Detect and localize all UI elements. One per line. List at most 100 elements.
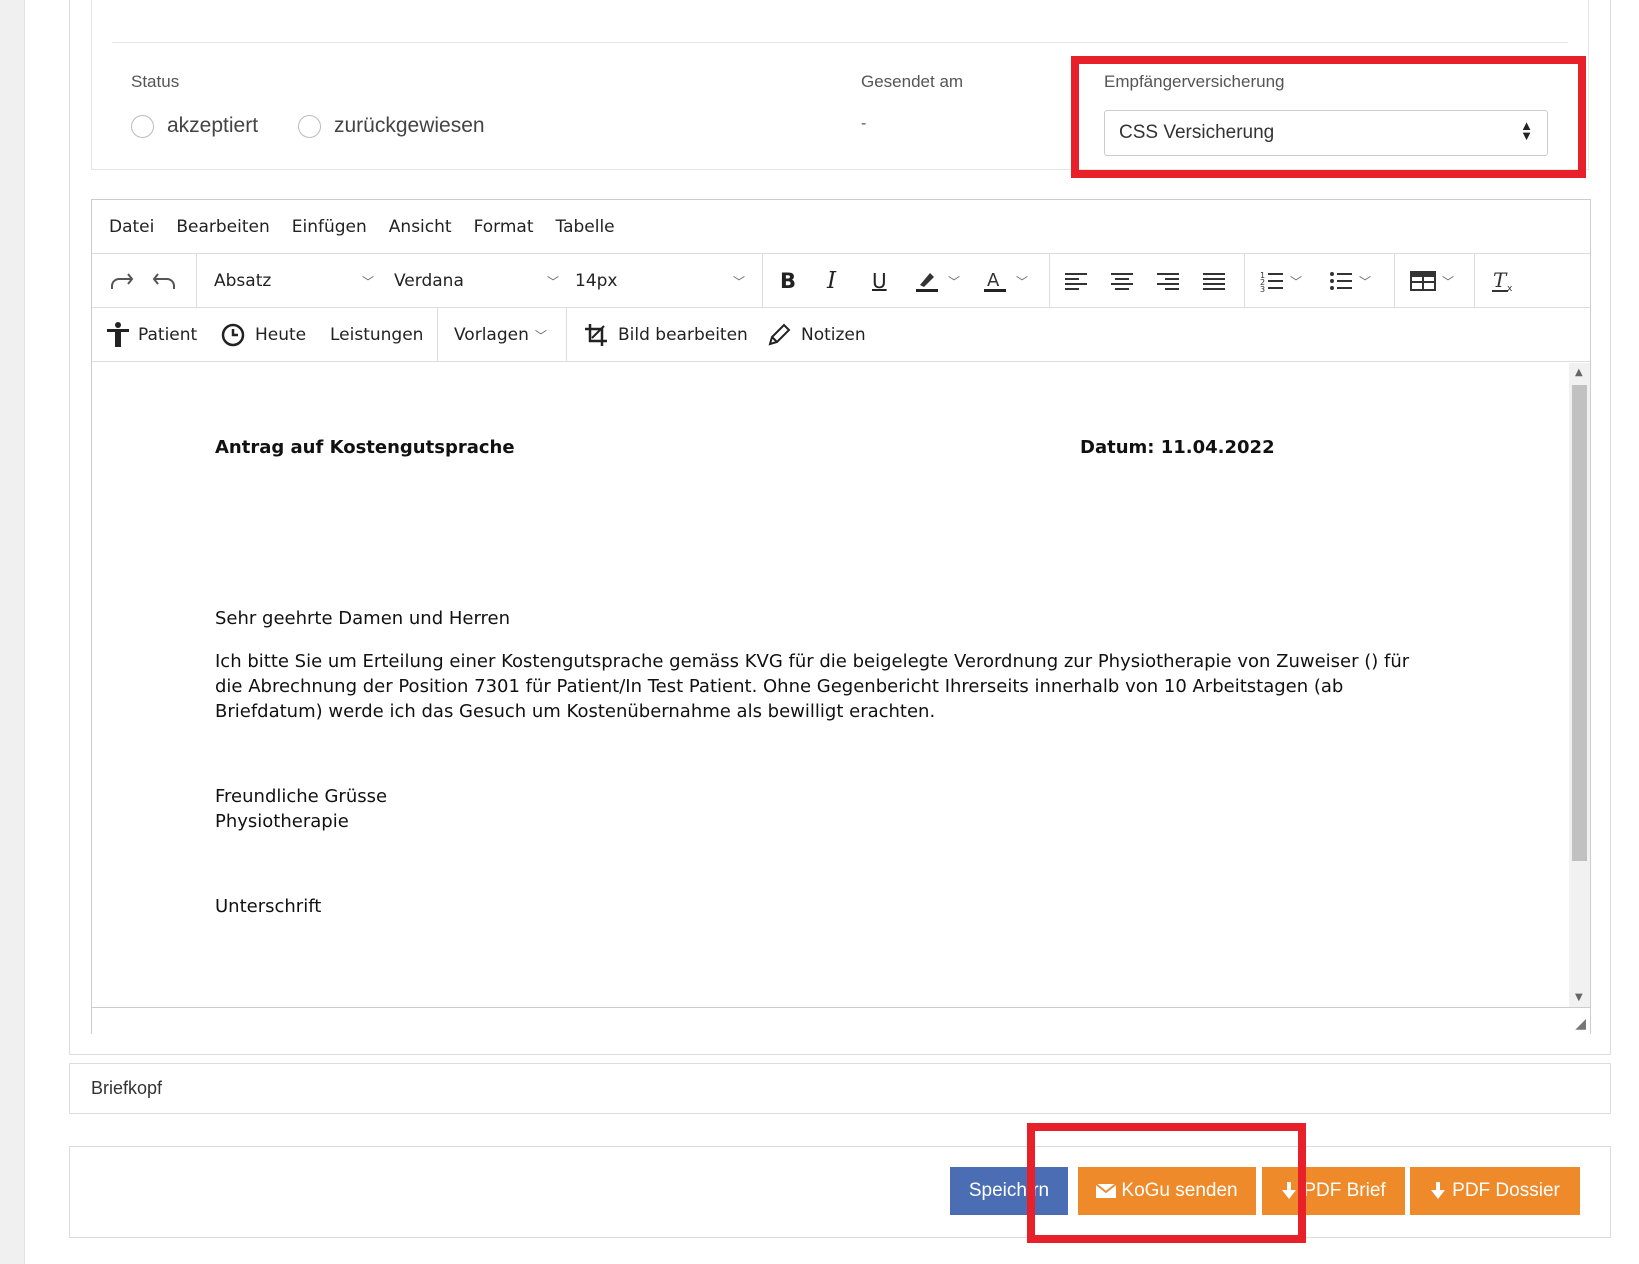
- notes-label: Notizen: [801, 325, 866, 345]
- pdf-dossier-button[interactable]: PDF Dossier: [1410, 1167, 1580, 1215]
- document-body-line: Ich bitte Sie um Erteilung einer Kosteng…: [215, 651, 1410, 672]
- patient-button[interactable]: Patient: [106, 308, 197, 362]
- download-arrow-icon: [1431, 1182, 1446, 1199]
- text-color-icon[interactable]: A ﹀: [982, 254, 1028, 308]
- insurance-label: Empfängerversicherung: [1104, 72, 1285, 91]
- chevron-down-icon: ﹀: [534, 328, 547, 343]
- today-label: Heute: [255, 325, 307, 345]
- chevron-down-icon: ﹀: [1359, 274, 1372, 289]
- crop-icon: [585, 324, 607, 346]
- document-date: Datum: 11.04.2022: [1080, 437, 1275, 458]
- block-format-value: Absatz: [214, 271, 272, 291]
- today-button[interactable]: Heute: [221, 308, 306, 362]
- editor-statusbar: ◢: [92, 1007, 1590, 1034]
- svg-text:T: T: [1493, 269, 1508, 292]
- chevron-down-icon: ﹀: [948, 274, 961, 289]
- notes-button[interactable]: Notizen: [767, 308, 866, 362]
- radio-rejected-label: zurückgewiesen: [334, 114, 485, 137]
- edit-image-label: Bild bearbeiten: [618, 325, 748, 345]
- pencil-icon: [768, 323, 791, 346]
- scroll-down-icon[interactable]: ▼: [1575, 992, 1583, 1003]
- align-left-icon[interactable]: [1064, 254, 1088, 308]
- radio-accepted[interactable]: akzeptiert: [131, 114, 258, 138]
- font-size-value: 14px: [575, 271, 618, 291]
- letterhead-section[interactable]: Briefkopf: [69, 1063, 1611, 1114]
- menu-file[interactable]: Datei: [109, 217, 154, 237]
- document-title: Antrag auf Kostengutsprache: [215, 437, 515, 458]
- document-salutation: Sehr geehrte Damen und Herren: [215, 608, 511, 629]
- save-button[interactable]: Speich rn: [950, 1167, 1068, 1215]
- font-size-dropdown[interactable]: 14px ﹀: [575, 254, 745, 308]
- edit-image-button[interactable]: Bild bearbeiten: [584, 308, 748, 362]
- person-icon: [107, 322, 129, 347]
- chevron-down-icon: ﹀: [1016, 274, 1029, 289]
- chevron-down-icon: ﹀: [361, 274, 374, 289]
- send-kogu-button[interactable]: KoGu senden: [1078, 1167, 1256, 1215]
- svg-text:x: x: [1507, 284, 1513, 293]
- undo-icon[interactable]: [152, 254, 178, 308]
- left-gutter: [0, 0, 25, 1264]
- editor-menubar: Datei Bearbeiten Einfügen Ansicht Format…: [92, 200, 1590, 254]
- radio-accepted-label: akzeptiert: [167, 114, 259, 137]
- bullet-list-icon[interactable]: ﹀: [1329, 254, 1371, 308]
- radio-rejected[interactable]: zurückgewiesen: [298, 114, 485, 138]
- document-closing: Physiotherapie: [215, 811, 349, 832]
- document-signature: Unterschrift: [215, 896, 322, 917]
- resize-handle-icon[interactable]: ◢: [1575, 1016, 1586, 1032]
- chevron-down-icon: ﹀: [1290, 274, 1303, 289]
- sent-date-label: Gesendet am: [861, 72, 964, 91]
- highlight-color-icon[interactable]: ﹀: [914, 254, 960, 308]
- chevron-down-icon: ﹀: [546, 274, 559, 289]
- svg-text:A: A: [987, 270, 1000, 291]
- sent-date-value: -: [861, 115, 867, 132]
- radio-circle[interactable]: [298, 114, 321, 138]
- scroll-up-icon[interactable]: ▲: [1575, 367, 1583, 378]
- services-button[interactable]: Leistungen: [330, 308, 423, 362]
- radio-circle[interactable]: [131, 114, 154, 138]
- editor-toolbar-main: Absatz ﹀ Verdana ﹀ 14px ﹀ B I U ﹀ A ﹀ 1 …: [92, 254, 1590, 308]
- font-family-dropdown[interactable]: Verdana ﹀: [394, 254, 559, 308]
- editor-content[interactable]: Antrag auf Kostengutsprache Datum: 11.04…: [92, 363, 1570, 1007]
- svg-text:3: 3: [1260, 285, 1265, 292]
- select-arrows-icon: ▲ ▼: [1520, 118, 1533, 143]
- bold-button[interactable]: B: [780, 254, 796, 308]
- document-body-line: Briefdatum) werde ich das Gesuch um Kost…: [215, 701, 936, 722]
- italic-button[interactable]: I: [827, 254, 836, 308]
- divider: [112, 42, 1568, 43]
- font-family-value: Verdana: [394, 271, 464, 291]
- insurance-select[interactable]: CSS Versicherung ▲ ▼: [1104, 110, 1548, 156]
- block-format-dropdown[interactable]: Absatz ﹀: [214, 254, 374, 308]
- align-center-icon[interactable]: [1110, 254, 1134, 308]
- menu-edit[interactable]: Bearbeiten: [176, 217, 269, 237]
- document-closing: Freundliche Grüsse: [215, 786, 388, 807]
- menu-view[interactable]: Ansicht: [389, 217, 452, 237]
- send-kogu-label: KoGu senden: [1121, 1180, 1238, 1201]
- document-body-line: die Abrechnung der Position 7301 für Pat…: [215, 676, 1344, 697]
- scrollbar-thumb[interactable]: [1572, 385, 1587, 861]
- menu-insert[interactable]: Einfügen: [292, 217, 367, 237]
- redo-icon[interactable]: [108, 254, 134, 308]
- underline-button[interactable]: U: [872, 254, 887, 308]
- pdf-letter-button[interactable]: PDF Brief: [1262, 1167, 1405, 1215]
- status-label: Status: [131, 72, 180, 91]
- table-icon[interactable]: ﹀: [1410, 254, 1454, 308]
- envelope-icon: [1096, 1183, 1117, 1198]
- menu-format[interactable]: Format: [474, 217, 534, 237]
- pdf-letter-label: PDF Brief: [1303, 1180, 1386, 1201]
- numbered-list-icon[interactable]: 123 ﹀: [1260, 254, 1302, 308]
- clock-icon: [221, 323, 245, 347]
- pdf-dossier-label: PDF Dossier: [1452, 1180, 1560, 1201]
- download-arrow-icon: [1282, 1182, 1297, 1199]
- chevron-down-icon: ﹀: [732, 274, 745, 289]
- menu-table[interactable]: Tabelle: [556, 217, 615, 237]
- templates-dropdown[interactable]: Vorlagen ﹀: [454, 308, 547, 362]
- clear-formatting-icon[interactable]: Tx: [1490, 254, 1516, 308]
- rich-text-editor: Datei Bearbeiten Einfügen Ansicht Format…: [91, 199, 1591, 1034]
- align-justify-icon[interactable]: [1202, 254, 1226, 308]
- editor-scrollbar[interactable]: ▲ ▼: [1569, 363, 1590, 1007]
- align-right-icon[interactable]: [1156, 254, 1180, 308]
- chevron-down-icon: ﹀: [1442, 274, 1455, 289]
- editor-toolbar-custom: Patient Heute Leistungen Vorlagen ﹀ Bild…: [92, 308, 1590, 362]
- insurance-select-value: CSS Versicherung: [1119, 122, 1275, 143]
- templates-label: Vorlagen: [454, 325, 529, 345]
